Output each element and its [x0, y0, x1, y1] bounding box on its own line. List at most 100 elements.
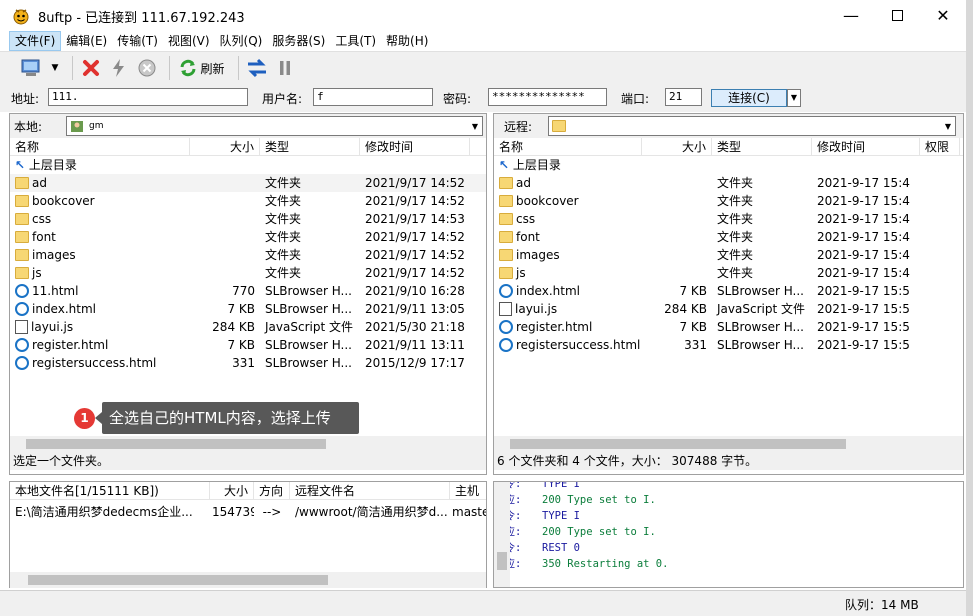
file-time: 2021/5/30 21:18: [365, 320, 465, 334]
file-row[interactable]: font 文件夹 2021/9/17 14:52: [10, 228, 486, 246]
menu-tools[interactable]: 工具(T): [330, 31, 381, 51]
file-row[interactable]: ad 文件夹 2021/9/17 14:52: [10, 174, 486, 192]
file-row[interactable]: register.html 7 KB SLBrowser H... 2021-9-17…: [494, 318, 963, 336]
log-message: TYPE I: [542, 510, 580, 522]
file-row[interactable]: bookcover 文件夹 2021-9-17 15:4: [494, 192, 963, 210]
menu-transfer[interactable]: 传输(T): [112, 31, 163, 51]
local-up-dir[interactable]: ↖ 上层目录: [10, 156, 486, 174]
file-row[interactable]: registersuccess.html 331 SLBrowser H... 202…: [494, 336, 963, 354]
file-name: registersuccess.html: [32, 356, 157, 370]
file-row[interactable]: css 文件夹 2021/9/17 14:53: [10, 210, 486, 228]
file-size: 7 KB: [679, 284, 707, 298]
browser-html-icon: [15, 302, 29, 316]
queue-col-host[interactable]: 主机: [450, 482, 486, 499]
log-line: 响应:350 Restarting at 0.: [494, 556, 948, 572]
remote-col-perm[interactable]: 权限: [920, 138, 960, 155]
queue-col-dir[interactable]: 方向: [254, 482, 290, 499]
queue-horizontal-scrollbar[interactable]: [10, 572, 486, 588]
file-row[interactable]: 11.html 770 SLBrowser H... 2021/9/10 16:28: [10, 282, 486, 300]
file-row[interactable]: layui.js 284 KB JavaScript 文件 2021/5/30 21:…: [10, 318, 486, 336]
file-time: 2021/9/11 13:05: [365, 302, 465, 316]
menu-queue[interactable]: 队列(Q): [215, 31, 268, 51]
site-dropdown-button[interactable]: ▼: [48, 55, 62, 81]
address-input[interactable]: 111.: [48, 88, 248, 106]
file-row[interactable]: bookcover 文件夹 2021/9/17 14:52: [10, 192, 486, 210]
queue-pane: 本地文件名[1/15111 KB]) 大小 方向 远程文件名 主机 E:\简洁通…: [9, 481, 487, 588]
file-size: 331: [684, 338, 707, 352]
menu-server[interactable]: 服务器(S): [267, 31, 330, 51]
title-bar: 8uftp - 已连接到 111.67.192.243 — ✕: [0, 0, 966, 31]
file-row[interactable]: index.html 7 KB SLBrowser H... 2021/9/11 13…: [10, 300, 486, 318]
file-time: 2021-9-17 15:4: [817, 230, 910, 244]
scroll-thumb[interactable]: [510, 439, 846, 449]
remote-col-name[interactable]: 名称: [494, 138, 642, 155]
folder-icon: [552, 120, 566, 132]
address-label: 地址:: [11, 92, 40, 106]
remote-col-time[interactable]: 修改时间: [812, 138, 920, 155]
chevron-down-icon: ▼: [51, 63, 59, 73]
disconnect-button[interactable]: [79, 55, 103, 81]
scroll-thumb[interactable]: [497, 552, 507, 570]
file-row[interactable]: layui.js 284 KB JavaScript 文件 2021-9-17 15:…: [494, 300, 963, 318]
toolbar-separator: [238, 56, 239, 80]
maximize-button[interactable]: [874, 0, 920, 31]
pause-button[interactable]: [273, 55, 297, 81]
file-row[interactable]: register.html 7 KB SLBrowser H... 2021/9/11…: [10, 336, 486, 354]
connect-button[interactable]: 连接(C): [711, 89, 787, 107]
chevron-down-icon[interactable]: ▼: [468, 122, 482, 131]
toolbar-separator: [72, 56, 73, 80]
file-row[interactable]: js 文件夹 2021-9-17 15:4: [494, 264, 963, 282]
file-row[interactable]: index.html 7 KB SLBrowser H... 2021-9-17 15…: [494, 282, 963, 300]
chevron-down-icon[interactable]: ▼: [941, 122, 955, 131]
menu-view[interactable]: 视图(V): [163, 31, 215, 51]
queue-col-local[interactable]: 本地文件名[1/15111 KB]): [10, 482, 210, 499]
scroll-thumb[interactable]: [28, 575, 328, 585]
queue-col-size[interactable]: 大小: [210, 482, 254, 499]
remote-up-dir[interactable]: ↖ 上层目录: [494, 156, 963, 174]
site-manager-button[interactable]: [18, 55, 44, 81]
stop-button[interactable]: [135, 55, 159, 81]
close-button[interactable]: ✕: [920, 0, 966, 31]
file-size: 7 KB: [227, 302, 255, 316]
file-row[interactable]: images 文件夹 2021/9/17 14:52: [10, 246, 486, 264]
port-input[interactable]: 21: [665, 88, 702, 106]
transfer-button[interactable]: [245, 55, 269, 81]
connect-dropdown-button[interactable]: ▼: [787, 89, 801, 107]
file-row[interactable]: images 文件夹 2021-9-17 15:4: [494, 246, 963, 264]
remote-path-combo[interactable]: ▼: [548, 116, 956, 136]
instruction-tooltip: 全选自己的HTML内容，选择上传: [102, 402, 359, 434]
quick-connect-button[interactable]: [107, 55, 131, 81]
menu-help[interactable]: 帮助(H): [381, 31, 433, 51]
file-size: [190, 246, 260, 264]
file-row[interactable]: registersuccess.html 331 SLBrowser H... 201…: [10, 354, 486, 372]
file-row[interactable]: css 文件夹 2021-9-17 15:4: [494, 210, 963, 228]
log-message: 200 Type set to I.: [542, 494, 656, 506]
minimize-button[interactable]: —: [828, 0, 874, 31]
username-input[interactable]: f: [313, 88, 433, 106]
menu-file[interactable]: 文件(F): [9, 31, 62, 51]
file-type: 文件夹: [717, 176, 754, 190]
log-line: 命令:REST 0: [494, 540, 948, 556]
file-type: SLBrowser H...: [717, 338, 804, 352]
file-row[interactable]: ad 文件夹 2021-9-17 15:4: [494, 174, 963, 192]
queue-col-remote[interactable]: 远程文件名: [290, 482, 450, 499]
remote-col-type[interactable]: 类型: [712, 138, 812, 155]
refresh-button[interactable]: 刷新: [176, 55, 228, 81]
local-horizontal-scrollbar[interactable]: [10, 436, 486, 452]
port-label: 端口:: [621, 92, 650, 106]
file-type: 文件夹: [717, 248, 754, 262]
local-col-time[interactable]: 修改时间: [360, 138, 470, 155]
queue-row[interactable]: E:\简洁通用织梦dedecms企业... 15473960 --> /wwwr…: [10, 503, 486, 521]
file-row[interactable]: font 文件夹 2021-9-17 15:4: [494, 228, 963, 246]
scroll-thumb[interactable]: [26, 439, 326, 449]
local-col-type[interactable]: 类型: [260, 138, 360, 155]
local-col-name[interactable]: 名称: [10, 138, 190, 155]
remote-horizontal-scrollbar[interactable]: [494, 436, 963, 452]
local-col-size[interactable]: 大小: [190, 138, 260, 155]
menu-edit[interactable]: 编辑(E): [61, 31, 112, 51]
remote-col-size[interactable]: 大小: [642, 138, 712, 155]
log-vertical-scrollbar[interactable]: [494, 482, 510, 587]
password-input[interactable]: **************: [488, 88, 607, 106]
local-path-combo[interactable]: gm ▼: [66, 116, 483, 136]
file-row[interactable]: js 文件夹 2021/9/17 14:52: [10, 264, 486, 282]
